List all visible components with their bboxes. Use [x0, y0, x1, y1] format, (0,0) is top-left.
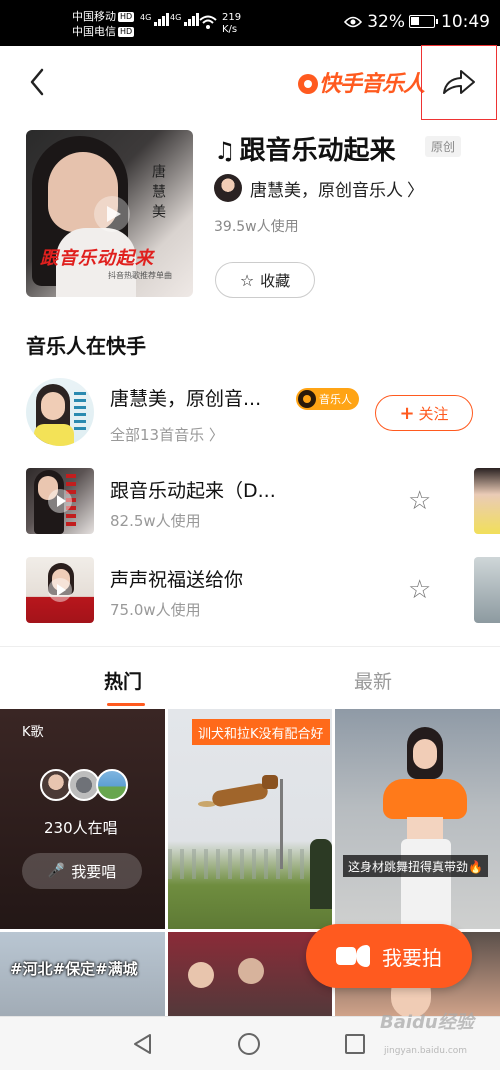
follow-button[interactable]: + 关注: [375, 395, 473, 431]
singer-avatars: [40, 769, 130, 803]
eye-icon: [343, 16, 362, 28]
cover-song-title: 跟音乐动起来: [40, 248, 154, 269]
video-caption: 这身材跳舞扭得真带劲🔥: [343, 855, 488, 877]
kge-label: K歌: [22, 725, 44, 740]
share-icon: [443, 70, 475, 94]
next-thumbnail-peek: [474, 557, 500, 623]
watermark-url: jingyan.baidu.com: [384, 1046, 468, 1056]
section-title: 音乐人在快手: [26, 334, 146, 358]
cover-subtitle: 抖音热歌推荐单曲: [108, 271, 172, 280]
original-badge: 原创: [425, 136, 462, 157]
plus-icon: +: [399, 402, 415, 424]
signal-1-icon: 4G: [140, 13, 170, 26]
video-caption: #河北#保定#满城: [10, 960, 138, 978]
video-card[interactable]: 这身材跳舞扭得真带劲🔥: [335, 709, 500, 929]
favorite-star-icon[interactable]: ☆: [408, 575, 431, 605]
cover-artist-text: 唐慧美: [150, 164, 166, 224]
track-thumbnail[interactable]: [26, 557, 94, 623]
microphone-icon: 🎤: [47, 863, 66, 879]
next-thumbnail-peek: [474, 468, 500, 534]
battery-icon: [409, 15, 438, 28]
chevron-right-icon: 〉: [208, 426, 224, 444]
kuaishou-music-logo: 快手音乐人: [298, 66, 425, 98]
play-icon[interactable]: [94, 196, 130, 232]
music-note-icon: ♫: [214, 137, 236, 165]
song-title: ♫ 跟音乐动起来: [214, 136, 396, 166]
chevron-right-icon: 〉: [407, 180, 424, 201]
video-banner: 训犬和拉K没有配合好: [192, 719, 330, 745]
track-usage: 75.0w人使用: [110, 601, 201, 619]
nav-home-icon[interactable]: [238, 1033, 260, 1055]
active-tab-indicator: [107, 703, 145, 706]
battery-percent: 32%: [367, 12, 405, 32]
song-cover[interactable]: 唐慧美 跟音乐动起来 抖音热歌推荐单曲: [26, 130, 193, 297]
tab-hot[interactable]: 热门: [104, 667, 142, 694]
kge-card[interactable]: K歌 230人在唱 🎤 我要唱: [0, 709, 165, 929]
favorite-star-icon[interactable]: ☆: [408, 486, 431, 516]
artist-name: 唐慧美，原创音乐人: [250, 180, 403, 201]
song-usage-count: 39.5w人使用: [214, 219, 299, 235]
clock: 10:49: [441, 12, 490, 32]
status-bar: 中国移动 HD 中国电信 HD 4G 4G 219 K/s 32% 10:49: [0, 0, 500, 46]
list-item[interactable]: 声声祝福送给你 75.0w人使用 ☆: [0, 557, 500, 627]
artist-avatar: [214, 174, 242, 202]
video-card[interactable]: #河北#保定#满城: [0, 932, 165, 1022]
video-camera-icon: [336, 945, 370, 967]
track-thumbnail[interactable]: [26, 468, 94, 534]
back-button[interactable]: [24, 62, 56, 102]
carrier-1: 中国移动: [72, 10, 116, 23]
hd-badge-1: HD: [118, 12, 135, 22]
video-card[interactable]: 训犬和拉K没有配合好: [168, 709, 332, 929]
shoot-button[interactable]: 我要拍: [306, 924, 472, 988]
carrier-2: 中国电信: [72, 25, 116, 38]
carrier-info: 中国移动 HD 中国电信 HD: [72, 9, 135, 39]
sing-button[interactable]: 🎤 我要唱: [22, 853, 142, 889]
wifi-icon: [199, 15, 217, 29]
favorite-button[interactable]: ☆ 收藏: [215, 262, 315, 298]
back-arrow-icon: [30, 68, 44, 96]
star-icon: ☆: [239, 270, 255, 290]
play-icon: [48, 489, 72, 513]
musician-name[interactable]: 唐慧美，原创音...: [110, 384, 261, 411]
network-speed: 219 K/s: [222, 12, 242, 35]
track-title: 声声祝福送给你: [110, 569, 244, 591]
track-title: 跟音乐动起来（D...: [110, 480, 276, 502]
musician-badge: 音乐人: [296, 388, 359, 410]
hd-badge-2: HD: [118, 27, 135, 37]
list-item[interactable]: 跟音乐动起来（D... 82.5w人使用 ☆: [0, 468, 500, 538]
play-icon: [48, 578, 72, 602]
watermark: Baidu经验: [380, 1012, 474, 1033]
status-right: 32% 10:49: [343, 12, 490, 32]
nav-recent-icon[interactable]: [345, 1034, 365, 1054]
track-usage: 82.5w人使用: [110, 512, 201, 530]
music-disc-icon: [298, 390, 316, 408]
artist-link[interactable]: 唐慧美，原创音乐人 〉: [214, 173, 424, 203]
musician-avatar[interactable]: [26, 378, 94, 446]
signal-2-icon: 4G: [170, 13, 200, 26]
logo-mark-icon: [298, 74, 318, 94]
nav-back-icon[interactable]: [132, 1033, 154, 1055]
tab-latest[interactable]: 最新: [354, 667, 392, 694]
share-button[interactable]: [421, 45, 497, 120]
all-songs-link[interactable]: 全部13首音乐 〉: [110, 424, 224, 445]
video-tabs: 热门 最新: [0, 646, 500, 708]
singing-count: 230人在唱: [44, 819, 118, 837]
